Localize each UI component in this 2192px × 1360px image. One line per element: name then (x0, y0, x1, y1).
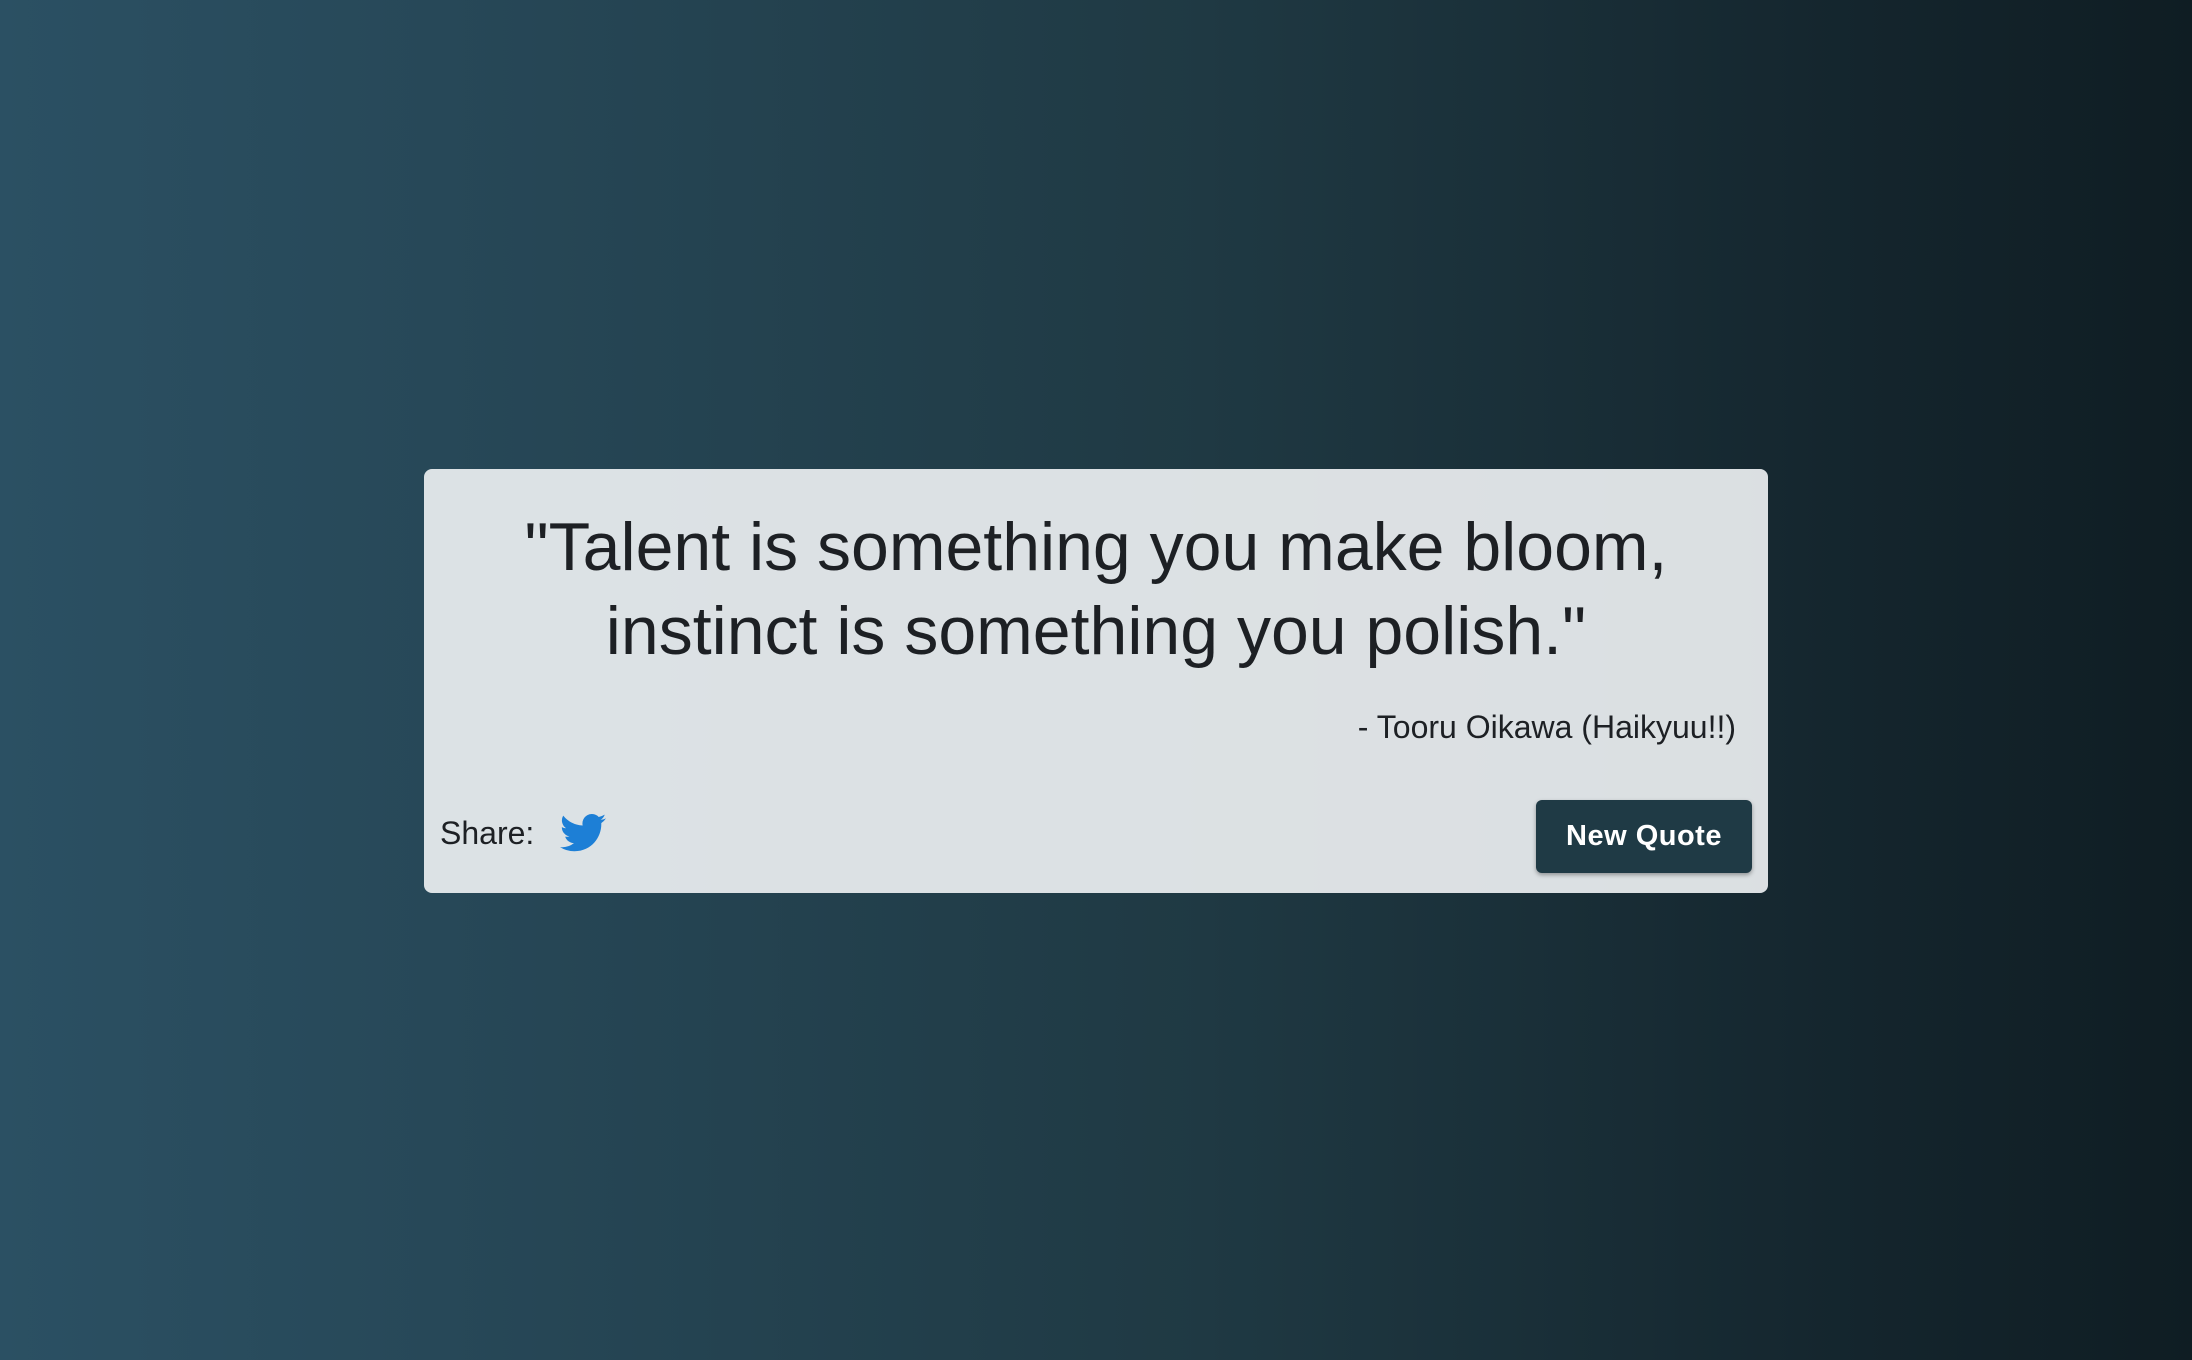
quote-text: "Talent is something you make bloom, ins… (524, 509, 1668, 669)
share-section: Share: (440, 813, 607, 853)
quote-author: - Tooru Oikawa (Haikyuu!!) (1357, 709, 1736, 745)
new-quote-button[interactable]: New Quote (1536, 800, 1752, 873)
twitter-icon (560, 813, 607, 852)
share-label: Share: (440, 815, 535, 851)
tweet-quote-link[interactable] (560, 813, 607, 853)
quote-card: "Talent is something you make bloom, ins… (424, 469, 1768, 893)
